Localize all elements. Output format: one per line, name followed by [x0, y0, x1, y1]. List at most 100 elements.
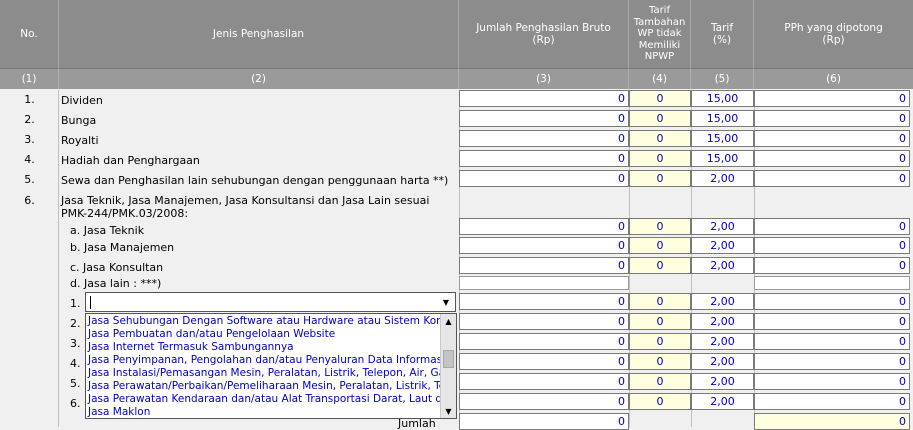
tambahan-field-hadiah: 0 — [629, 150, 691, 167]
tambahan-field-jasa-manajemen: 0 — [629, 237, 691, 254]
bruto-input-royalti[interactable]: 0 — [459, 130, 629, 147]
bruto-input-lain-4[interactable]: 0 — [459, 353, 629, 370]
header-pph-dipotong: PPh yang dipotong (Rp) — [754, 0, 913, 68]
bruto-input-lain-6[interactable]: 0 — [459, 393, 629, 410]
pph-field-lain-5: 0 — [754, 373, 910, 390]
subrow-label-jasa-teknik: a. Jasa Teknik — [70, 224, 145, 237]
bruto-input-bunga[interactable]: 0 — [459, 110, 629, 127]
row-number: 4. — [24, 153, 35, 166]
pph-field-dividen: 0 — [754, 90, 910, 107]
header-jumlah-bruto: Jumlah Penghasilan Bruto (Rp) — [459, 0, 629, 68]
colnum-4: (4) — [629, 68, 691, 89]
blank-field — [459, 276, 629, 290]
header-jenis-penghasilan: Jenis Penghasilan — [59, 0, 459, 68]
jasa-lain-dropdown-list[interactable]: Jasa Sehubungan Dengan Software atau Har… — [85, 313, 457, 419]
dropdown-item[interactable]: Jasa Sehubungan Dengan Software atau Har… — [86, 315, 440, 328]
header-no: No. — [0, 0, 59, 68]
tambahan-field-lain-5: 0 — [629, 373, 691, 390]
pph-field-bunga: 0 — [754, 110, 910, 127]
bruto-input-jasa-konsultan[interactable]: 0 — [459, 257, 629, 274]
tambahan-field-royalti: 0 — [629, 130, 691, 147]
tarif-field-jasa-manajemen: 2,00 — [691, 237, 754, 254]
scroll-up-icon[interactable]: ▲ — [441, 314, 456, 328]
bruto-input-sewa[interactable]: 0 — [459, 170, 629, 187]
lain-row-number: 2. — [70, 317, 81, 330]
row-label-bunga: Bunga — [61, 114, 97, 127]
jumlah-pph-field: 0 — [754, 413, 910, 430]
row-label-sewa: Sewa dan Penghasilan lain sehubungan den… — [61, 174, 449, 187]
dropdown-item[interactable]: Jasa Perawatan Kendaraan dan/atau Alat T… — [86, 393, 440, 406]
row-label-dividen: Dividen — [61, 94, 103, 107]
tarif-field-sewa: 2,00 — [691, 170, 754, 187]
bruto-input-lain-5[interactable]: 0 — [459, 373, 629, 390]
pph-field-lain-3: 0 — [754, 333, 910, 350]
text-cursor — [90, 296, 91, 309]
colnum-3: (3) — [459, 68, 629, 89]
tarif-field-lain-3: 2,00 — [691, 333, 754, 350]
pph-field-sewa: 0 — [754, 170, 910, 187]
tarif-field-hadiah: 15,00 — [691, 150, 754, 167]
pph-field-lain-6: 0 — [754, 393, 910, 410]
dropdown-item[interactable]: Jasa Maklon — [86, 406, 440, 418]
row-label-hadiah: Hadiah dan Penghargaan — [61, 154, 200, 167]
pph-field-royalti: 0 — [754, 130, 910, 147]
row-label-jasa-line2: PMK-244/PMK.03/2008: — [61, 207, 189, 220]
bruto-input-lain-1[interactable]: 0 — [459, 293, 629, 310]
tarif-field-dividen: 15,00 — [691, 90, 754, 107]
blank-field — [754, 276, 910, 290]
row-label-jasa: Jasa Teknik, Jasa Manajemen, Jasa Konsul… — [61, 194, 430, 207]
colnum-5: (5) — [691, 68, 754, 89]
tarif-field-royalti: 15,00 — [691, 130, 754, 147]
lain-row-number: 6. — [70, 397, 81, 410]
tambahan-field-bunga: 0 — [629, 110, 691, 127]
bruto-input-jasa-manajemen[interactable]: 0 — [459, 237, 629, 254]
bruto-input-dividen[interactable]: 0 — [459, 90, 629, 107]
dropdown-item[interactable]: Jasa Penyimpanan, Pengolahan dan/atau Pe… — [86, 354, 440, 367]
subrow-label-jasa-manajemen: b. Jasa Manajemen — [70, 241, 175, 254]
subrow-label-jasa-lain: d. Jasa lain : ***) — [70, 277, 162, 290]
row-number: 6. — [24, 194, 35, 207]
tambahan-field-lain-4: 0 — [629, 353, 691, 370]
bruto-input-lain-3[interactable]: 0 — [459, 333, 629, 350]
dropdown-item[interactable]: Jasa Instalasi/Pemasangan Mesin, Peralat… — [86, 367, 440, 380]
colnum-1: (1) — [0, 68, 59, 89]
tambahan-field-lain-2: 0 — [629, 313, 691, 330]
tarif-field-jasa-konsultan: 2,00 — [691, 257, 754, 274]
bruto-input-jasa-teknik[interactable]: 0 — [459, 218, 629, 235]
bruto-input-hadiah[interactable]: 0 — [459, 150, 629, 167]
pph-field-lain-2: 0 — [754, 313, 910, 330]
row-label-royalti: Royalti — [61, 134, 99, 147]
dropdown-item[interactable]: Jasa Perawatan/Perbaikan/Pemeliharaan Me… — [86, 380, 440, 393]
tarif-field-jasa-teknik: 2,00 — [691, 218, 754, 235]
tambahan-field-lain-3: 0 — [629, 333, 691, 350]
scroll-thumb[interactable] — [443, 350, 454, 368]
bruto-input-lain-2[interactable]: 0 — [459, 313, 629, 330]
tarif-field-lain-4: 2,00 — [691, 353, 754, 370]
chevron-down-icon[interactable]: ▼ — [438, 294, 454, 310]
dropdown-scrollbar[interactable]: ▲ ▼ — [440, 314, 456, 418]
lain-row-number: 5. — [70, 377, 81, 390]
dropdown-item[interactable]: Jasa Internet Termasuk Sambungannya — [86, 341, 440, 354]
tambahan-field-dividen: 0 — [629, 90, 691, 107]
subrow-label-jasa-konsultan: c. Jasa Konsultan — [70, 261, 164, 274]
lain-row-number: 1. — [70, 297, 81, 310]
colnum-2: (2) — [59, 68, 459, 89]
pph-field-lain-1: 0 — [754, 293, 910, 310]
tambahan-field-sewa: 0 — [629, 170, 691, 187]
tarif-field-lain-5: 2,00 — [691, 373, 754, 390]
tambahan-field-jasa-konsultan: 0 — [629, 257, 691, 274]
tarif-field-lain-1: 2,00 — [691, 293, 754, 310]
tarif-field-bunga: 15,00 — [691, 110, 754, 127]
row-number: 1. — [24, 93, 35, 106]
row-number: 3. — [24, 133, 35, 146]
header-tarif-tambahan: Tarif Tambahan WP tidak Memiliki NPWP — [629, 0, 691, 68]
lain-row-number: 4. — [70, 357, 81, 370]
tambahan-field-lain-6: 0 — [629, 393, 691, 410]
pph-field-lain-4: 0 — [754, 353, 910, 370]
scroll-down-icon[interactable]: ▼ — [441, 404, 456, 418]
jasa-lain-combobox[interactable]: ▼ — [85, 292, 456, 312]
lain-row-number: 3. — [70, 337, 81, 350]
tambahan-field-lain-1: 0 — [629, 293, 691, 310]
dropdown-item[interactable]: Jasa Pembuatan dan/atau Pengelolaan Webs… — [86, 328, 440, 341]
pph-field-jasa-teknik: 0 — [754, 218, 910, 235]
